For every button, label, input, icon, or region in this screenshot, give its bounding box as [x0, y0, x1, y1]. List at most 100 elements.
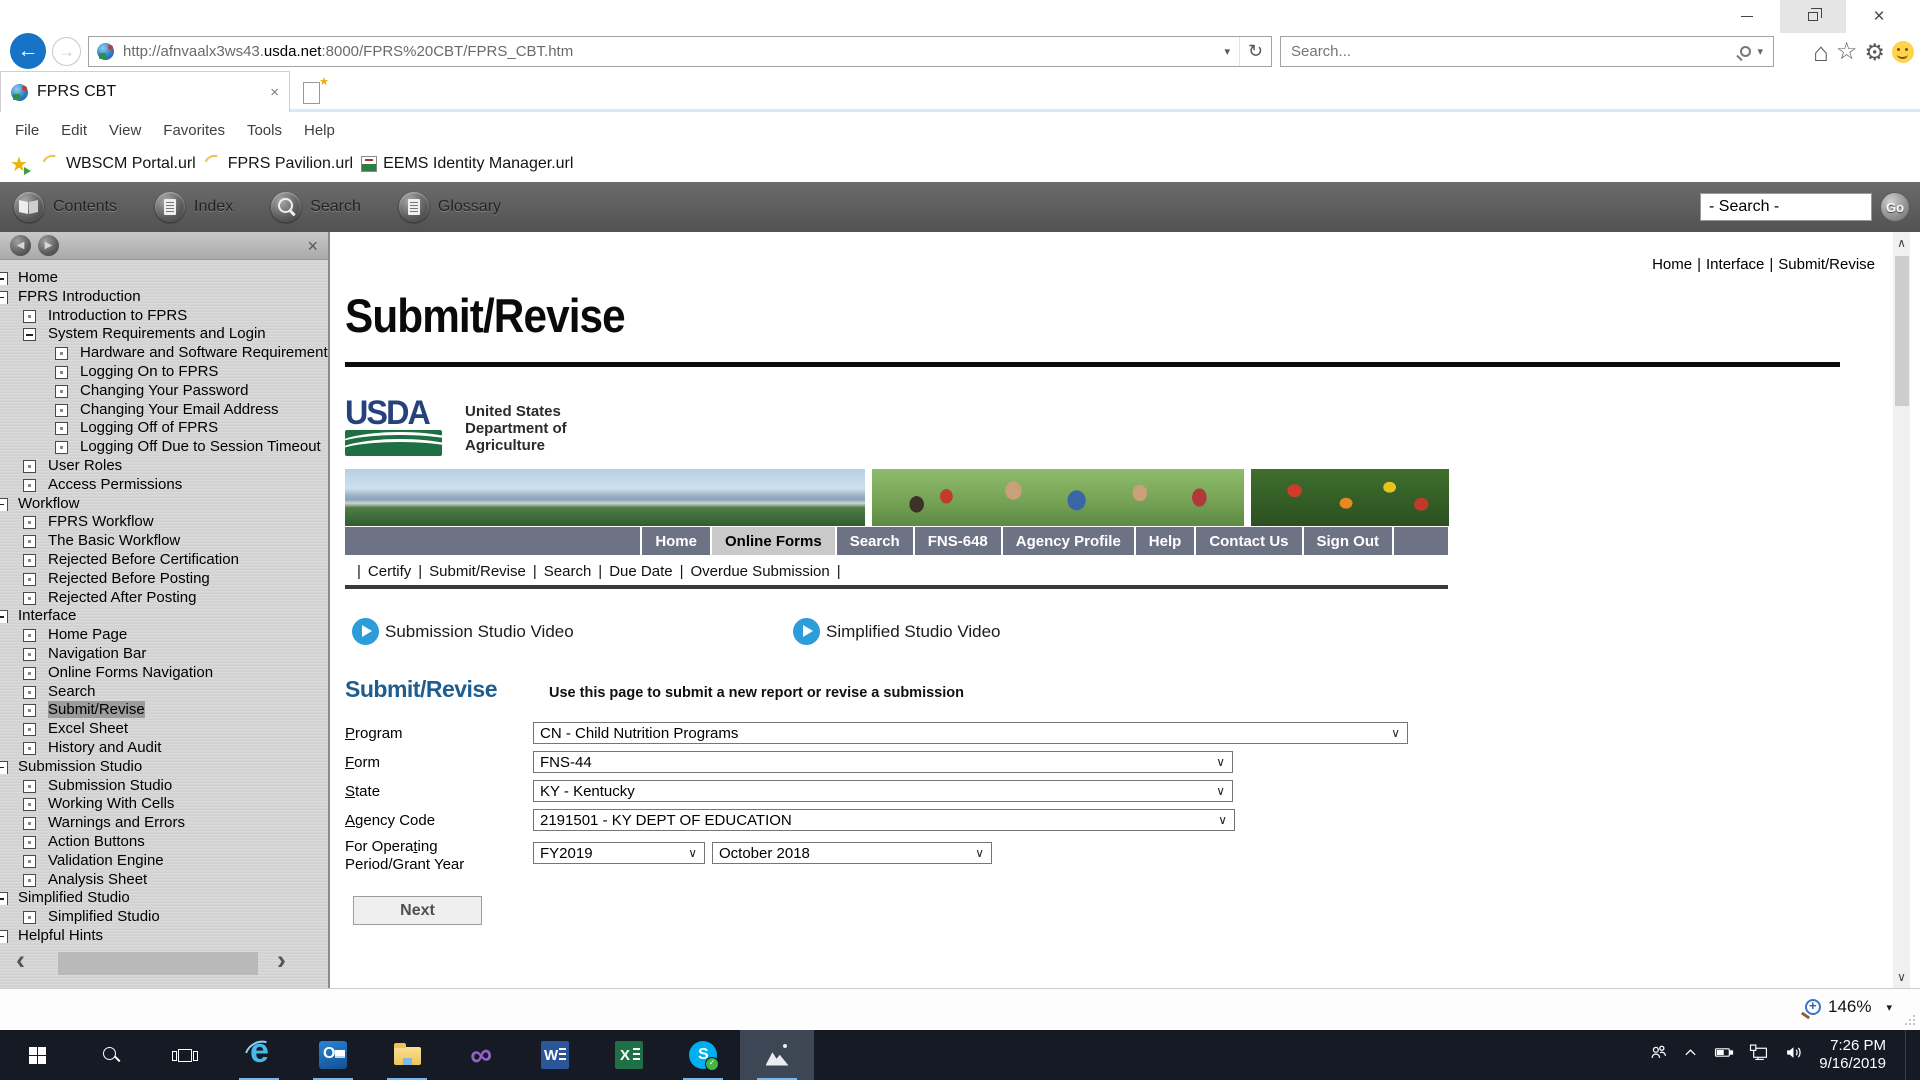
tree-item-label[interactable]: Search: [48, 683, 96, 700]
zoom-dropdown-icon[interactable]: ▾: [1886, 1001, 1892, 1014]
address-bar[interactable]: http://afnvaalx3ws43.usda.net:8000/FPRS%…: [88, 36, 1272, 67]
tree-item-label[interactable]: Warnings and Errors: [48, 814, 185, 831]
tree-item-label[interactable]: Online Forms Navigation: [48, 664, 213, 681]
tree-item-label[interactable]: Simplified Studio: [18, 889, 130, 906]
browser-search-input[interactable]: [1281, 43, 1740, 60]
scroll-right-icon[interactable]: ›: [277, 948, 286, 973]
tree-item-label[interactable]: Action Buttons: [48, 833, 145, 850]
tree-item-label[interactable]: Submit/Revise: [48, 701, 145, 718]
home-icon[interactable]: ⌂: [1813, 39, 1829, 65]
scrollbar-thumb[interactable]: [1895, 256, 1909, 406]
scroll-left-icon[interactable]: ‹: [16, 948, 25, 973]
tree-item-label[interactable]: Validation Engine: [48, 852, 164, 869]
new-tab-button[interactable]: ★: [301, 79, 327, 107]
tab-close-icon[interactable]: ×: [270, 84, 279, 101]
video-link-simplified-studio-video[interactable]: Simplified Studio Video: [793, 618, 1001, 645]
sidebar-horizontal-scrollbar[interactable]: ‹ ›: [0, 951, 326, 976]
favorite-fprs-pavilion-url[interactable]: FPRS Pavilion.url: [204, 154, 353, 174]
sidebar-back-icon[interactable]: ◀: [10, 235, 31, 256]
nav-home[interactable]: Home: [640, 527, 710, 555]
fiscal-year-select[interactable]: FY2019: [533, 842, 705, 864]
tree-item-online-forms-navigation[interactable]: Online Forms Navigation: [0, 664, 328, 683]
tree-item-label[interactable]: Changing Your Password: [80, 382, 248, 399]
tree-item-label[interactable]: Rejected Before Posting: [48, 570, 210, 587]
tree-item-label[interactable]: Logging Off of FPRS: [80, 419, 218, 436]
tree-item-changing-your-email-address[interactable]: Changing Your Email Address: [0, 401, 328, 420]
nav-search[interactable]: Search: [835, 527, 913, 555]
sidebar-forward-icon[interactable]: ▶: [38, 235, 59, 256]
menu-file[interactable]: File: [4, 122, 50, 139]
month-select[interactable]: October 2018: [712, 842, 992, 864]
file-explorer-icon[interactable]: [370, 1030, 444, 1080]
tree-item-user-roles[interactable]: User Roles: [0, 457, 328, 476]
tree-item-logging-off-of-fprs[interactable]: Logging Off of FPRS: [0, 419, 328, 438]
menu-help[interactable]: Help: [293, 122, 346, 139]
tree-item-label[interactable]: Rejected After Posting: [48, 589, 196, 606]
toolbar-glossary-button[interactable]: Glossary: [399, 192, 501, 222]
scroll-down-icon[interactable]: ∨: [1893, 966, 1910, 988]
menu-favorites[interactable]: Favorites: [152, 122, 236, 139]
nav-fns-648[interactable]: FNS-648: [913, 527, 1001, 555]
tree-item-submission-studio[interactable]: Submission Studio: [0, 777, 328, 796]
tree-item-workflow[interactable]: Workflow: [0, 495, 328, 514]
tree-item-changing-your-password[interactable]: Changing Your Password: [0, 382, 328, 401]
cbt-search-input[interactable]: [1700, 193, 1872, 221]
tree-item-logging-off-due-to-session-timeout[interactable]: Logging Off Due to Session Timeout: [0, 438, 328, 457]
tree-item-label[interactable]: Submission Studio: [48, 777, 172, 794]
tree-item-system-requirements-and-login[interactable]: System Requirements and Login: [0, 325, 328, 344]
tree-item-label[interactable]: Helpful Hints: [18, 927, 103, 944]
tree-item-working-with-cells[interactable]: Working With Cells: [0, 795, 328, 814]
menu-view[interactable]: View: [98, 122, 152, 139]
sidebar-close-icon[interactable]: ×: [307, 237, 318, 255]
tree-item-label[interactable]: Rejected Before Certification: [48, 551, 239, 568]
nav-help[interactable]: Help: [1134, 527, 1195, 555]
tree-item-label[interactable]: Changing Your Email Address: [80, 401, 278, 418]
tree-item-label[interactable]: FPRS Introduction: [18, 288, 141, 305]
gear-icon[interactable]: ⚙: [1864, 41, 1885, 64]
minimize-button[interactable]: [1714, 0, 1780, 33]
toolbar-index-button[interactable]: Index: [155, 192, 233, 222]
nav-contact-us[interactable]: Contact Us: [1194, 527, 1301, 555]
tree-item-access-permissions[interactable]: Access Permissions: [0, 476, 328, 495]
tree-item-label[interactable]: Navigation Bar: [48, 645, 146, 662]
nav-sign-out[interactable]: Sign Out: [1302, 527, 1393, 555]
content-vertical-scrollbar[interactable]: ∧ ∨: [1893, 232, 1910, 988]
toolbar-search-button[interactable]: Search: [271, 192, 361, 222]
tree-item-label[interactable]: Logging Off Due to Session Timeout: [80, 438, 321, 455]
tree-item-validation-engine[interactable]: Validation Engine: [0, 852, 328, 871]
submenu-overdue-submission[interactable]: Overdue Submission: [690, 563, 829, 580]
tree-item-introduction-to-fprs[interactable]: Introduction to FPRS: [0, 307, 328, 326]
tree-item-submit-revise[interactable]: Submit/Revise: [0, 701, 328, 720]
search-icon[interactable]: [1740, 46, 1751, 57]
breadcrumb-link-home[interactable]: Home: [1652, 256, 1692, 273]
tree-item-rejected-after-posting[interactable]: Rejected After Posting: [0, 589, 328, 608]
toolbar-contents-button[interactable]: Contents: [14, 192, 117, 222]
tree-item-simplified-studio[interactable]: Simplified Studio: [0, 889, 328, 908]
tree-item-home[interactable]: Home: [0, 269, 328, 288]
video-link-submission-studio-video[interactable]: Submission Studio Video: [352, 618, 574, 645]
tree-item-label[interactable]: Introduction to FPRS: [48, 307, 187, 324]
zoom-control[interactable]: 146% ▾: [1805, 997, 1892, 1017]
scroll-up-icon[interactable]: ∧: [1893, 232, 1910, 254]
tree-item-label[interactable]: User Roles: [48, 457, 122, 474]
show-desktop-button[interactable]: [1905, 1030, 1908, 1080]
tree-item-label[interactable]: Excel Sheet: [48, 720, 128, 737]
field-select-form[interactable]: FNS-44: [533, 751, 1233, 773]
favorites-star-icon[interactable]: ☆: [1836, 40, 1858, 64]
close-button[interactable]: ×: [1846, 0, 1912, 33]
task-view-icon[interactable]: [148, 1030, 222, 1080]
tree-item-label[interactable]: History and Audit: [48, 739, 161, 756]
photos-icon[interactable]: [740, 1030, 814, 1080]
tree-item-submission-studio[interactable]: Submission Studio: [0, 758, 328, 777]
tree-item-label[interactable]: Logging On to FPRS: [80, 363, 218, 380]
submenu-certify[interactable]: Certify: [368, 563, 411, 580]
tree-item-label[interactable]: FPRS Workflow: [48, 513, 154, 530]
tree-item-logging-on-to-fprs[interactable]: Logging On to FPRS: [0, 363, 328, 382]
forward-button[interactable]: →: [52, 37, 81, 66]
menu-edit[interactable]: Edit: [50, 122, 98, 139]
tree-item-fprs-introduction[interactable]: FPRS Introduction: [0, 288, 328, 307]
tab-fprs-cbt[interactable]: FPRS CBT ×: [0, 71, 290, 112]
tree-item-hardware-and-software-requirements[interactable]: Hardware and Software Requirements: [0, 344, 328, 363]
nav-agency-profile[interactable]: Agency Profile: [1001, 527, 1134, 555]
tree-item-search[interactable]: Search: [0, 683, 328, 702]
